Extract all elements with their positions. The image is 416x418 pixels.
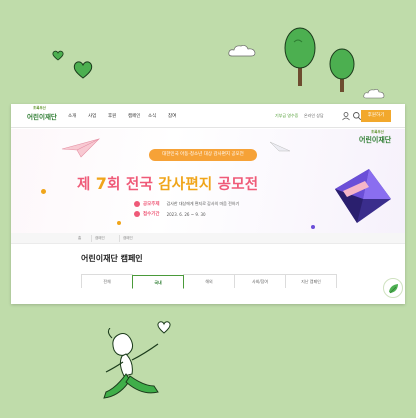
donate-button[interactable]: 후원하기: [361, 110, 391, 122]
menu-item-donate[interactable]: 후원: [108, 113, 128, 119]
info-value: 2023. 6. 26 ~ 9. 30: [166, 211, 206, 217]
tab-domestic[interactable]: 국내: [132, 275, 184, 289]
title-middle: 회 전국: [107, 177, 159, 193]
banner-subtitle-pill: 대한민국 아동·청소년 대상 감사편지 공모전: [149, 149, 257, 161]
campaign-banner[interactable]: 초록우산어린이재단 대한민국 아동·청소년 대상 감사편지 공모전 제 7회 전…: [11, 129, 405, 233]
title-number: 7: [95, 174, 108, 193]
consult-link[interactable]: 온라인 상담: [304, 113, 324, 119]
category-tabs: 전체 국내 해외 사회/참여 지난 캠페인: [81, 274, 337, 289]
user-icon[interactable]: [341, 111, 351, 121]
breadcrumb: 홈 캠페인 캠페인: [11, 233, 405, 244]
tab-overseas[interactable]: 해외: [183, 274, 235, 288]
cloud-icon: [228, 45, 256, 57]
envelope-icon: [335, 169, 391, 223]
cloud-icon: [363, 89, 385, 99]
tab-social[interactable]: 사회/참여: [234, 274, 286, 288]
menu-item-about[interactable]: 소개: [68, 113, 88, 119]
title-prefix: 제: [77, 177, 96, 193]
info-row-period: 접수기간 2023. 6. 26 ~ 9. 30: [134, 211, 206, 217]
logo-subtitle: 초록우산: [33, 106, 46, 110]
logo-text: 어린이재단: [27, 113, 57, 121]
breadcrumb-level-2[interactable]: 캠페인: [119, 235, 136, 242]
info-key: 공모주제: [143, 202, 160, 207]
tab-past[interactable]: 지난 캠페인: [285, 274, 337, 288]
breadcrumb-level-1[interactable]: 캠페인: [91, 235, 108, 242]
decor-dot: [117, 221, 121, 225]
info-row-topic: 공모주제 감사한 대상에게 편지로 감사의 마음 전하기: [134, 201, 239, 207]
menu-item-campaign[interactable]: 캠페인: [128, 113, 148, 119]
menu-item-news[interactable]: 소식: [148, 113, 168, 119]
top-navigation: 초록우산어린이재단 소개 사업 후원 캠페인 소식 참여 기부금 영수증 온라인…: [11, 104, 405, 128]
floating-badge[interactable]: [383, 278, 403, 298]
paper-plane-icon: [61, 138, 101, 158]
menu-item-business[interactable]: 사업: [88, 113, 108, 119]
main-menu: 소개 사업 후원 캠페인 소식 참여: [68, 113, 188, 119]
menu-item-participate[interactable]: 참여: [168, 113, 188, 119]
page-title: 어린이재단 캠페인: [81, 254, 143, 263]
leaf-icon: [389, 284, 398, 294]
site-logo[interactable]: 초록우산어린이재단: [27, 106, 57, 121]
website-screenshot-card: 초록우산 어린이재단 소개 사업 후원 캠페인 소식 참여 기부금 영수증 온라인…: [11, 104, 405, 304]
banner-title: 제 7회 전국 감사편지 공모전: [77, 173, 258, 194]
info-key: 접수기간: [143, 212, 160, 217]
decor-dot: [41, 189, 46, 194]
breadcrumb-home[interactable]: 홈: [75, 235, 84, 242]
tab-all[interactable]: 전체: [81, 274, 133, 288]
title-highlight: 감사편지: [158, 177, 213, 193]
bullet-icon: [134, 201, 140, 207]
banner-logo: 초록우산어린이재단: [359, 130, 392, 145]
info-value: 감사한 대상에게 편지로 감사의 마음 전하기: [166, 201, 240, 206]
receipt-link[interactable]: 기부금 영수증: [275, 113, 298, 119]
tree-icon: [329, 48, 355, 92]
tree-icon: [284, 27, 316, 86]
green-heart-icon: [52, 50, 64, 61]
decor-dot: [311, 225, 315, 229]
title-suffix: 공모전: [212, 177, 259, 193]
child-figure-icon: [103, 328, 159, 399]
bullet-icon: [134, 211, 140, 217]
banner-logo-text: 어린이재단: [359, 136, 392, 144]
banner-logo-subtitle: 초록우산: [371, 130, 384, 134]
green-heart-icon: [73, 61, 93, 79]
paper-plane-small-icon: [269, 141, 291, 152]
